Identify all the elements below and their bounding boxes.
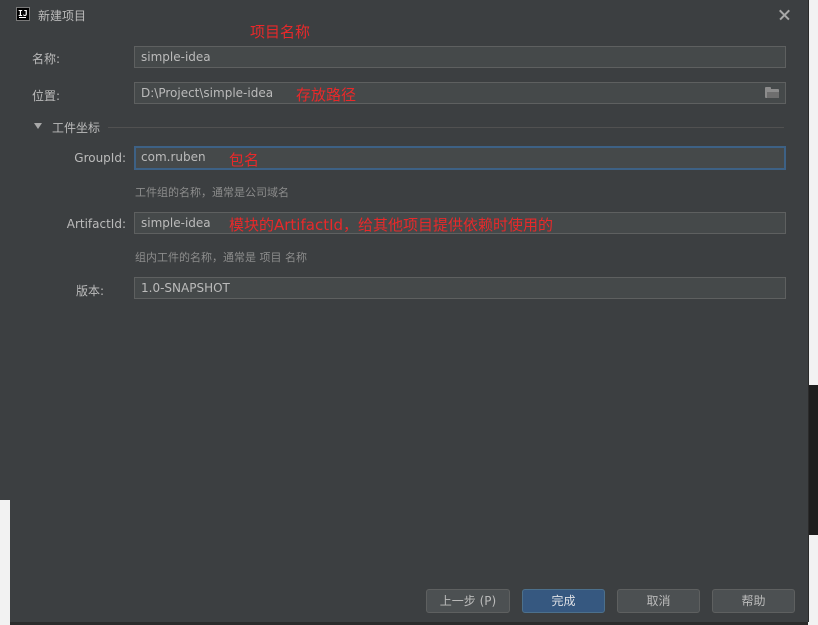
caret-down-icon — [34, 123, 42, 129]
intellij-idea-icon: IJ — [16, 7, 30, 21]
new-project-dialog: IJ 新建项目 项目名称 名称: simple-idea 位置: D:\Proj… — [10, 0, 809, 622]
name-field[interactable]: simple-idea — [134, 46, 786, 68]
cancel-button[interactable]: 取消 — [617, 589, 700, 613]
groupid-label: GroupId: — [74, 151, 126, 165]
name-field-value: simple-idea — [141, 50, 211, 64]
annotation-group: 包名 — [229, 151, 260, 169]
artifactid-hint: 组内工件的名称，通常是 项目 名称 — [135, 251, 307, 264]
close-icon[interactable] — [774, 4, 796, 26]
help-button[interactable]: 帮助 — [712, 589, 795, 613]
artifactid-field-value: simple-idea — [141, 216, 211, 230]
folder-icon[interactable] — [765, 87, 779, 98]
version-label: 版本: — [75, 284, 104, 298]
title-bar: IJ 新建项目 — [10, 0, 808, 30]
name-label: 名称: — [32, 52, 61, 66]
location-field[interactable]: D:\Project\simple-idea — [134, 82, 786, 104]
background-window-left-lower — [0, 500, 10, 625]
finish-button[interactable]: 完成 — [522, 589, 605, 613]
version-field[interactable]: 1.0-SNAPSHOT — [134, 277, 786, 299]
location-field-value: D:\Project\simple-idea — [141, 86, 274, 100]
annotation-location: 存放路径 — [296, 86, 357, 104]
background-window-right-dark — [808, 385, 818, 535]
version-field-value: 1.0-SNAPSHOT — [141, 281, 230, 295]
section-title: 工件坐标 — [52, 121, 101, 135]
window-title: 新建项目 — [38, 9, 87, 23]
groupid-hint: 工件组的名称，通常是公司域名 — [135, 186, 289, 199]
annotation-artifact: 模块的ArtifactId，给其他项目提供依赖时使用的 — [229, 216, 554, 234]
section-divider — [108, 127, 784, 128]
previous-button[interactable]: 上一步 (P) — [426, 589, 510, 613]
groupid-field-value: com.ruben — [141, 150, 206, 164]
annotation-project-name: 项目名称 — [250, 23, 311, 41]
artifactid-label: ArtifactId: — [66, 217, 126, 231]
location-label: 位置: — [32, 89, 61, 103]
